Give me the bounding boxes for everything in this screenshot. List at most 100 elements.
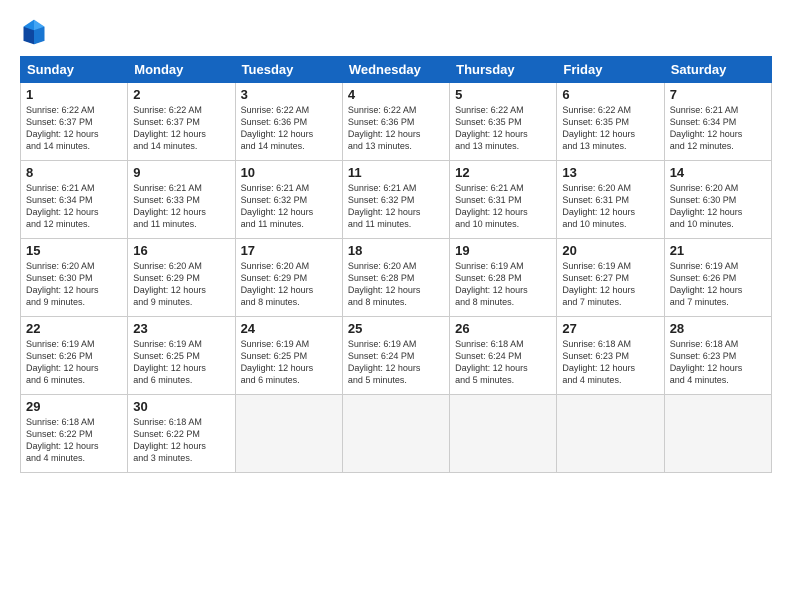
calendar-cell [450, 395, 557, 473]
cell-details: Sunrise: 6:19 AMSunset: 6:26 PMDaylight:… [670, 260, 766, 309]
day-number: 19 [455, 243, 551, 258]
header [20, 18, 772, 46]
calendar-cell [235, 395, 342, 473]
cell-details: Sunrise: 6:18 AMSunset: 6:22 PMDaylight:… [133, 416, 229, 465]
day-number: 5 [455, 87, 551, 102]
day-number: 6 [562, 87, 658, 102]
day-header-thursday: Thursday [450, 57, 557, 83]
day-number: 20 [562, 243, 658, 258]
cell-details: Sunrise: 6:19 AMSunset: 6:24 PMDaylight:… [348, 338, 444, 387]
day-number: 2 [133, 87, 229, 102]
day-number: 4 [348, 87, 444, 102]
cell-details: Sunrise: 6:21 AMSunset: 6:31 PMDaylight:… [455, 182, 551, 231]
cell-details: Sunrise: 6:21 AMSunset: 6:34 PMDaylight:… [670, 104, 766, 153]
calendar-cell: 22 Sunrise: 6:19 AMSunset: 6:26 PMDayligh… [21, 317, 128, 395]
cell-details: Sunrise: 6:19 AMSunset: 6:25 PMDaylight:… [133, 338, 229, 387]
calendar-cell: 10 Sunrise: 6:21 AMSunset: 6:32 PMDayligh… [235, 161, 342, 239]
calendar-cell: 15 Sunrise: 6:20 AMSunset: 6:30 PMDayligh… [21, 239, 128, 317]
day-number: 18 [348, 243, 444, 258]
cell-details: Sunrise: 6:18 AMSunset: 6:22 PMDaylight:… [26, 416, 122, 465]
calendar-cell: 25 Sunrise: 6:19 AMSunset: 6:24 PMDayligh… [342, 317, 449, 395]
calendar-cell: 13Sunrise: 6:20 AMSunset: 6:31 PMDayligh… [557, 161, 664, 239]
calendar-cell: 8 Sunrise: 6:21 AMSunset: 6:34 PMDaylight… [21, 161, 128, 239]
calendar-cell: 6 Sunrise: 6:22 AMSunset: 6:35 PMDaylight… [557, 83, 664, 161]
cell-details: Sunrise: 6:22 AMSunset: 6:37 PMDaylight:… [133, 104, 229, 153]
day-number: 24 [241, 321, 337, 336]
cell-details: Sunrise: 6:18 AMSunset: 6:24 PMDaylight:… [455, 338, 551, 387]
calendar-cell: 30 Sunrise: 6:18 AMSunset: 6:22 PMDayligh… [128, 395, 235, 473]
day-number: 12 [455, 165, 551, 180]
cell-details: Sunrise: 6:22 AMSunset: 6:37 PMDaylight:… [26, 104, 122, 153]
calendar-week-2: 8 Sunrise: 6:21 AMSunset: 6:34 PMDaylight… [21, 161, 772, 239]
calendar-cell: 23 Sunrise: 6:19 AMSunset: 6:25 PMDayligh… [128, 317, 235, 395]
cell-details: Sunrise: 6:20 AMSunset: 6:30 PMDaylight:… [26, 260, 122, 309]
calendar-cell: 9 Sunrise: 6:21 AMSunset: 6:33 PMDaylight… [128, 161, 235, 239]
calendar-cell: 14Sunrise: 6:20 AMSunset: 6:30 PMDayligh… [664, 161, 771, 239]
calendar-cell: 16Sunrise: 6:20 AMSunset: 6:29 PMDayligh… [128, 239, 235, 317]
calendar-week-3: 15 Sunrise: 6:20 AMSunset: 6:30 PMDayligh… [21, 239, 772, 317]
calendar-cell: 27 Sunrise: 6:18 AMSunset: 6:23 PMDayligh… [557, 317, 664, 395]
day-number: 1 [26, 87, 122, 102]
calendar-cell: 29 Sunrise: 6:18 AMSunset: 6:22 PMDayligh… [21, 395, 128, 473]
day-header-wednesday: Wednesday [342, 57, 449, 83]
day-number: 30 [133, 399, 229, 414]
generalblue-logo-icon [20, 18, 48, 46]
calendar-cell: 28 Sunrise: 6:18 AMSunset: 6:23 PMDayligh… [664, 317, 771, 395]
cell-details: Sunrise: 6:20 AMSunset: 6:31 PMDaylight:… [562, 182, 658, 231]
day-header-friday: Friday [557, 57, 664, 83]
calendar-cell: 20 Sunrise: 6:19 AMSunset: 6:27 PMDayligh… [557, 239, 664, 317]
cell-details: Sunrise: 6:19 AMSunset: 6:28 PMDaylight:… [455, 260, 551, 309]
day-number: 28 [670, 321, 766, 336]
cell-details: Sunrise: 6:19 AMSunset: 6:26 PMDaylight:… [26, 338, 122, 387]
cell-details: Sunrise: 6:20 AMSunset: 6:29 PMDaylight:… [241, 260, 337, 309]
cell-details: Sunrise: 6:18 AMSunset: 6:23 PMDaylight:… [670, 338, 766, 387]
day-number: 15 [26, 243, 122, 258]
calendar-cell [664, 395, 771, 473]
calendar-cell [342, 395, 449, 473]
calendar-cell: 24Sunrise: 6:19 AMSunset: 6:25 PMDayligh… [235, 317, 342, 395]
cell-details: Sunrise: 6:22 AMSunset: 6:35 PMDaylight:… [562, 104, 658, 153]
calendar-cell: 1 Sunrise: 6:22 AMSunset: 6:37 PMDaylight… [21, 83, 128, 161]
day-number: 26 [455, 321, 551, 336]
day-header-sunday: Sunday [21, 57, 128, 83]
calendar-cell: 21 Sunrise: 6:19 AMSunset: 6:26 PMDayligh… [664, 239, 771, 317]
calendar-cell [557, 395, 664, 473]
calendar-cell: 17 Sunrise: 6:20 AMSunset: 6:29 PMDayligh… [235, 239, 342, 317]
day-number: 21 [670, 243, 766, 258]
day-number: 23 [133, 321, 229, 336]
calendar-cell: 2 Sunrise: 6:22 AMSunset: 6:37 PMDaylight… [128, 83, 235, 161]
calendar-week-5: 29 Sunrise: 6:18 AMSunset: 6:22 PMDayligh… [21, 395, 772, 473]
calendar-week-4: 22 Sunrise: 6:19 AMSunset: 6:26 PMDayligh… [21, 317, 772, 395]
cell-details: Sunrise: 6:20 AMSunset: 6:30 PMDaylight:… [670, 182, 766, 231]
calendar-cell: 19 Sunrise: 6:19 AMSunset: 6:28 PMDayligh… [450, 239, 557, 317]
logo [20, 18, 52, 46]
cell-details: Sunrise: 6:21 AMSunset: 6:32 PMDaylight:… [348, 182, 444, 231]
cell-details: Sunrise: 6:19 AMSunset: 6:27 PMDaylight:… [562, 260, 658, 309]
calendar-cell: 12 Sunrise: 6:21 AMSunset: 6:31 PMDayligh… [450, 161, 557, 239]
day-number: 29 [26, 399, 122, 414]
calendar-cell: 11Sunrise: 6:21 AMSunset: 6:32 PMDayligh… [342, 161, 449, 239]
calendar-cell: 3 Sunrise: 6:22 AMSunset: 6:36 PMDaylight… [235, 83, 342, 161]
day-number: 22 [26, 321, 122, 336]
day-number: 7 [670, 87, 766, 102]
day-number: 8 [26, 165, 122, 180]
page: SundayMondayTuesdayWednesdayThursdayFrid… [0, 0, 792, 612]
cell-details: Sunrise: 6:21 AMSunset: 6:34 PMDaylight:… [26, 182, 122, 231]
cell-details: Sunrise: 6:21 AMSunset: 6:32 PMDaylight:… [241, 182, 337, 231]
day-number: 27 [562, 321, 658, 336]
calendar-cell: 4Sunrise: 6:22 AMSunset: 6:36 PMDaylight… [342, 83, 449, 161]
calendar-week-1: 1 Sunrise: 6:22 AMSunset: 6:37 PMDaylight… [21, 83, 772, 161]
day-number: 17 [241, 243, 337, 258]
cell-details: Sunrise: 6:21 AMSunset: 6:33 PMDaylight:… [133, 182, 229, 231]
day-header-monday: Monday [128, 57, 235, 83]
day-number: 3 [241, 87, 337, 102]
day-number: 9 [133, 165, 229, 180]
cell-details: Sunrise: 6:20 AMSunset: 6:29 PMDaylight:… [133, 260, 229, 309]
cell-details: Sunrise: 6:22 AMSunset: 6:36 PMDaylight:… [241, 104, 337, 153]
day-header-saturday: Saturday [664, 57, 771, 83]
day-number: 10 [241, 165, 337, 180]
cell-details: Sunrise: 6:18 AMSunset: 6:23 PMDaylight:… [562, 338, 658, 387]
cell-details: Sunrise: 6:22 AMSunset: 6:35 PMDaylight:… [455, 104, 551, 153]
cell-details: Sunrise: 6:20 AMSunset: 6:28 PMDaylight:… [348, 260, 444, 309]
day-number: 25 [348, 321, 444, 336]
